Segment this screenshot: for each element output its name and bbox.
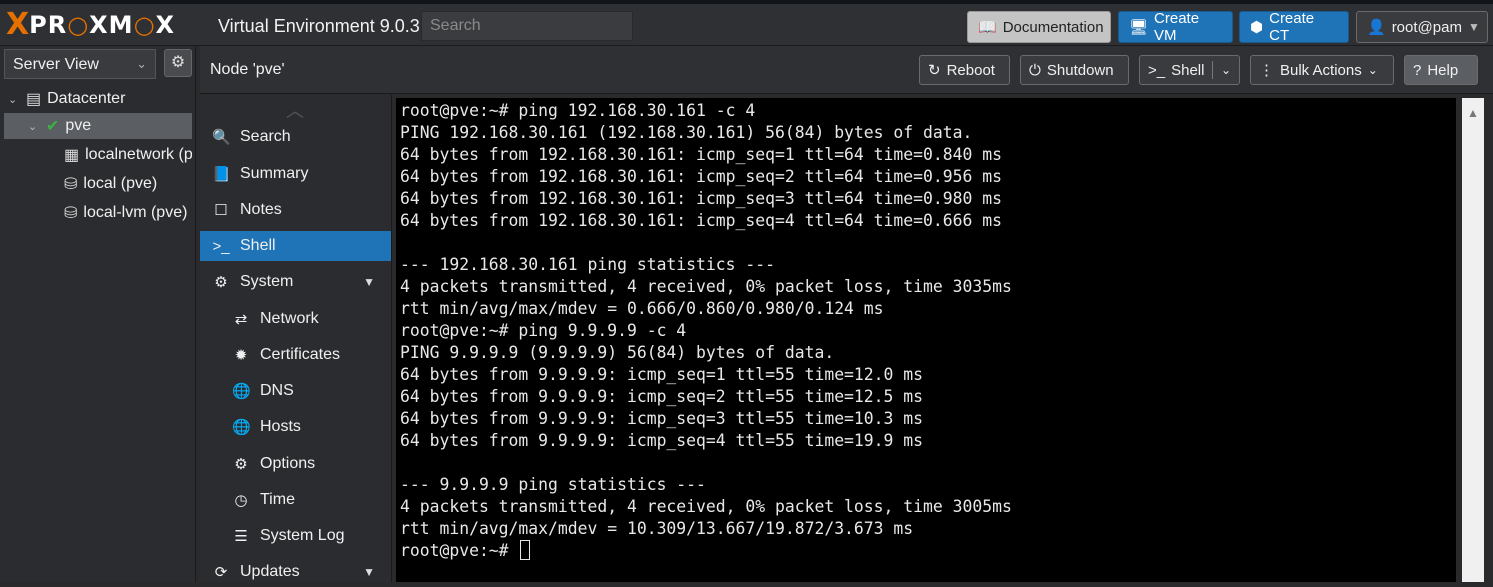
- product-version: Virtual Environment 9.0.3: [218, 16, 420, 36]
- help-button[interactable]: ? Help: [1404, 55, 1478, 85]
- terminal-line: 4 packets transmitted, 4 received, 0% pa…: [400, 497, 1012, 516]
- tree-item-local-lvm[interactable]: ⛁ local-lvm (pve): [64, 200, 192, 226]
- cogs-icon: ⚙: [214, 274, 228, 291]
- nav-item-certificates[interactable]: ✹ Certificates: [200, 340, 391, 370]
- terminal-line: 64 bytes from 192.168.30.161: icmp_seq=1…: [400, 145, 1002, 164]
- certificate-icon: ✹: [234, 347, 248, 364]
- storage-icon: ⛁: [64, 205, 78, 222]
- terminal-line: rtt min/avg/max/mdev = 0.666/0.860/0.980…: [400, 299, 884, 318]
- proxmox-logo[interactable]: X PR○XM○X: [6, 9, 175, 41]
- ellipsis-icon: ⋮: [1259, 62, 1274, 79]
- chevron-down-icon: ⌄: [1367, 63, 1378, 77]
- power-icon: ⏻: [1029, 61, 1041, 79]
- nav-item-shell[interactable]: >_ Shell: [200, 231, 391, 261]
- nav-item-system-log[interactable]: ☰ System Log: [200, 521, 391, 551]
- create-ct-button[interactable]: ⬢ Create CT: [1239, 10, 1349, 44]
- grid-icon: ▦: [64, 147, 80, 164]
- tree-item-local[interactable]: ⛁ local (pve): [64, 171, 192, 197]
- caret-down-icon[interactable]: ▼: [363, 275, 375, 289]
- node-header: Node 'pve' ↻ Reboot ⏻ Shutdown >_ Shell …: [200, 46, 1493, 94]
- nav-item-summary[interactable]: 📘 Summary: [200, 159, 391, 189]
- search-input[interactable]: [421, 11, 633, 41]
- nav-item-network[interactable]: ⇄ Network: [200, 304, 391, 334]
- terminal-line: 64 bytes from 9.9.9.9: icmp_seq=1 ttl=55…: [400, 365, 924, 384]
- exchange-icon: ⇄: [234, 311, 248, 328]
- nav-item-time[interactable]: ◷ Time: [200, 485, 391, 515]
- page-title: Node 'pve': [210, 61, 285, 78]
- chevron-down-icon: ▼: [1467, 20, 1480, 34]
- top-bar: X PR○XM○X Virtual Environment 9.0.3 📖 Do…: [0, 0, 1493, 46]
- node-online-icon: ✔: [46, 118, 60, 135]
- nav-item-search[interactable]: 🔍 Search: [200, 122, 391, 152]
- terminal-line: 64 bytes from 9.9.9.9: icmp_seq=2 ttl=55…: [400, 387, 924, 406]
- create-vm-button[interactable]: 🖥 Create VM: [1118, 10, 1233, 44]
- reboot-button[interactable]: ↻ Reboot: [919, 55, 1010, 85]
- note-icon: ☐: [214, 202, 228, 219]
- resource-tree-panel: Server View ⌄ ⚙ ⌄ ▤ Datacenter ⌄ ✔ pve ▦…: [0, 46, 196, 582]
- terminal-prompt-line[interactable]: root@pve:~#: [400, 540, 1456, 562]
- nav-item-dns[interactable]: 🌐 DNS: [200, 376, 391, 406]
- terminal-line: 64 bytes from 192.168.30.161: icmp_seq=3…: [400, 189, 1002, 208]
- globe-icon: 🌐: [232, 383, 251, 400]
- search-icon: 🔍: [212, 129, 231, 146]
- gear-icon: ⚙: [234, 456, 248, 473]
- book-icon: 📘: [212, 166, 231, 183]
- question-icon: ?: [1413, 61, 1422, 79]
- nav-item-options[interactable]: ⚙ Options: [200, 449, 391, 479]
- view-selector[interactable]: Server View ⌄: [4, 49, 156, 79]
- scroll-up-arrow-icon[interactable]: ▲: [1467, 106, 1479, 120]
- terminal-output: root@pve:~# ping 192.168.30.161 -c 4 PING…: [400, 100, 1456, 540]
- reboot-icon: ↻: [928, 62, 941, 79]
- terminal-line: 64 bytes from 9.9.9.9: icmp_seq=4 ttl=55…: [400, 431, 924, 450]
- list-icon: ☰: [234, 528, 248, 545]
- desktop-icon: 🖥: [1129, 19, 1149, 36]
- user-icon: 👤: [1367, 19, 1386, 36]
- cube-icon: ⬢: [1250, 19, 1264, 36]
- storage-icon: ⛁: [64, 176, 78, 193]
- terminal-line: PING 192.168.30.161 (192.168.30.161) 56(…: [400, 123, 973, 142]
- terminal-line: 64 bytes from 9.9.9.9: icmp_seq=3 ttl=55…: [400, 409, 924, 428]
- chevron-down-icon: ⌄: [136, 56, 147, 71]
- tree-item-datacenter[interactable]: ⌄ ▤ Datacenter: [4, 86, 192, 112]
- terminal-icon: >_: [1148, 61, 1166, 79]
- user-menu-button[interactable]: 👤 root@pam ▼: [1356, 11, 1488, 43]
- chevron-down-icon[interactable]: ⌄: [8, 93, 20, 106]
- terminal-scrollbar[interactable]: ▲: [1462, 98, 1484, 582]
- chevron-down-icon[interactable]: ⌄: [1221, 63, 1231, 77]
- terminal-line: PING 9.9.9.9 (9.9.9.9) 56(84) bytes of d…: [400, 343, 835, 362]
- chevron-up-icon[interactable]: ︿: [286, 97, 304, 123]
- refresh-icon: ⟳: [214, 564, 228, 581]
- terminal-cursor: [520, 540, 531, 560]
- nav-item-updates[interactable]: ⟳ Updates ▼: [200, 557, 391, 587]
- terminal-line: 64 bytes from 192.168.30.161: icmp_seq=4…: [400, 211, 1002, 230]
- terminal-line: --- 9.9.9.9 ping statistics ---: [400, 475, 706, 494]
- globe-icon: 🌐: [232, 419, 251, 436]
- server-icon: ▤: [26, 91, 42, 108]
- documentation-button[interactable]: 📖 Documentation: [967, 11, 1111, 43]
- terminal-line: root@pve:~# ping 192.168.30.161 -c 4: [400, 101, 756, 120]
- terminal-line: root@pve:~# ping 9.9.9.9 -c 4: [400, 321, 687, 340]
- chevron-down-icon[interactable]: ⌄: [28, 120, 40, 133]
- terminal-line: rtt min/avg/max/mdev = 10.309/13.667/19.…: [400, 519, 914, 538]
- tree-item-localnetwork[interactable]: ▦ localnetwork (pve): [64, 142, 192, 168]
- shell-button[interactable]: >_ Shell ⌄: [1139, 55, 1240, 85]
- nav-item-hosts[interactable]: 🌐 Hosts: [200, 412, 391, 442]
- terminal-line: --- 192.168.30.161 ping statistics ---: [400, 255, 775, 274]
- gear-icon[interactable]: ⚙: [164, 49, 192, 77]
- clock-icon: ◷: [234, 492, 248, 509]
- shutdown-button[interactable]: ⏻ Shutdown: [1020, 55, 1129, 85]
- tree-item-pve[interactable]: ⌄ ✔ pve: [4, 113, 192, 139]
- terminal-line: 64 bytes from 192.168.30.161: icmp_seq=2…: [400, 167, 1002, 186]
- node-nav-panel: ︿ 🔍 Search 📘 Summary ☐ Notes >_ Shell ⚙ Syste…: [200, 95, 392, 582]
- shell-terminal[interactable]: root@pve:~# ping 192.168.30.161 -c 4 PING…: [396, 98, 1456, 582]
- nav-item-system[interactable]: ⚙ System ▼: [200, 267, 391, 297]
- caret-down-icon[interactable]: ▼: [363, 565, 375, 579]
- nav-item-notes[interactable]: ☐ Notes: [200, 195, 391, 225]
- bulk-actions-button[interactable]: ⋮ Bulk Actions ⌄: [1250, 55, 1394, 85]
- book-icon: 📖: [978, 19, 997, 36]
- terminal-icon: >_: [212, 237, 230, 255]
- terminal-line: 4 packets transmitted, 4 received, 0% pa…: [400, 277, 1012, 296]
